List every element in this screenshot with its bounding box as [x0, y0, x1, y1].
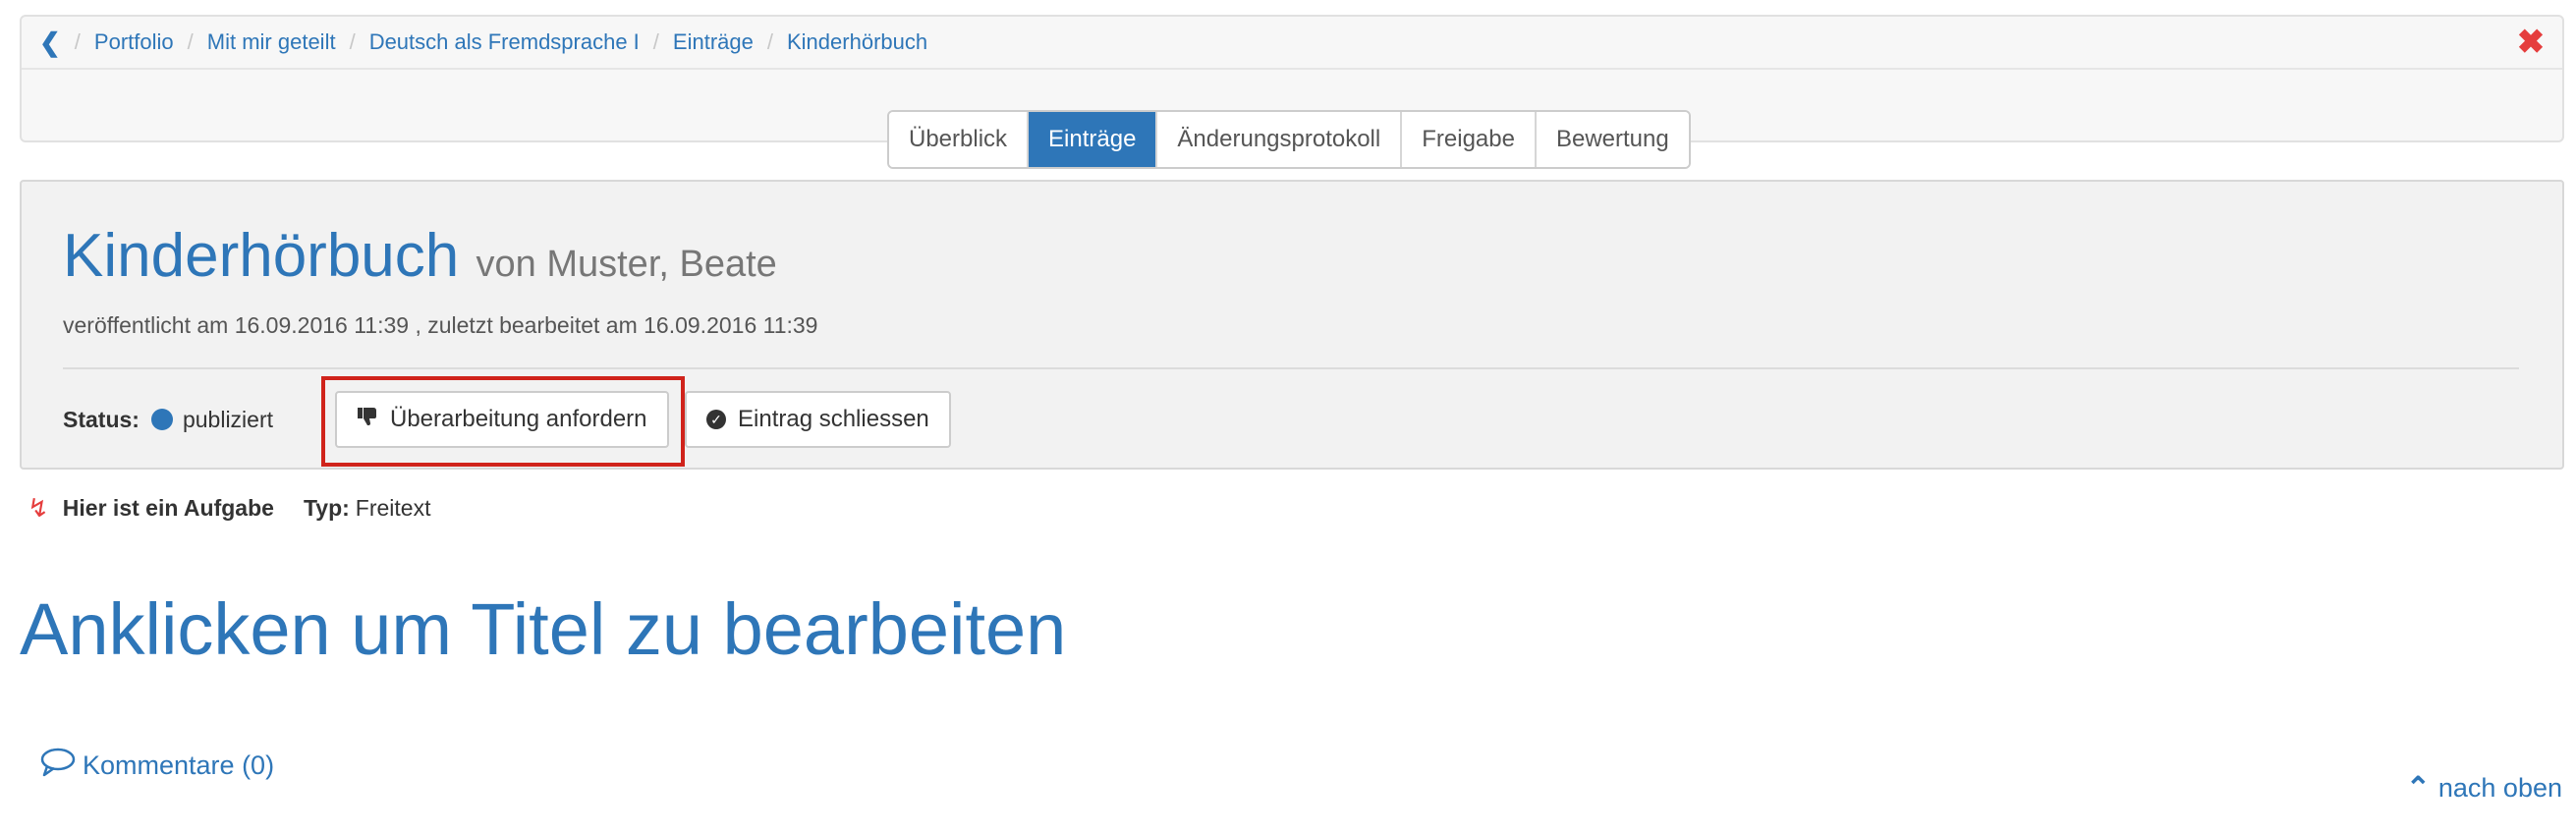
tab-sharing[interactable]: Freigabe: [1402, 112, 1537, 167]
breadcrumb-separator: /: [74, 29, 81, 54]
status-value: publiziert: [182, 406, 273, 432]
status-dot-icon: [150, 409, 173, 430]
chevron-up-icon: ⌃: [2405, 772, 2431, 805]
assignment-title: Hier ist ein Aufgabe: [62, 495, 274, 521]
divider: [63, 367, 2519, 369]
close-entry-label: Eintrag schliessen: [738, 406, 929, 432]
entry-title-text: Kinderhörbuch: [63, 222, 460, 290]
comment-bubble-icon: [39, 747, 83, 785]
comments-link[interactable]: Kommentare (0): [39, 747, 274, 785]
type-value: Freitext: [355, 495, 431, 521]
back-chevron-icon[interactable]: ❮: [39, 28, 61, 58]
request-revision-label: Überarbeitung anfordern: [390, 406, 647, 432]
breadcrumb-entries[interactable]: Einträge: [673, 29, 754, 55]
tab-entries[interactable]: Einträge: [1029, 112, 1158, 167]
comments-label: Kommentare (0): [83, 750, 275, 780]
breadcrumb-separator: /: [652, 29, 659, 54]
type-label: Typ:: [303, 495, 350, 521]
breadcrumb-separator: /: [766, 29, 773, 54]
status-label: Status:: [63, 406, 140, 432]
back-to-top-link[interactable]: ⌃ nach oben: [2406, 771, 2562, 805]
breadcrumb-current-entry[interactable]: Kinderhörbuch: [787, 29, 927, 55]
check-circle-icon: ✓: [706, 410, 726, 429]
tab-bar: Überblick Einträge Änderungsprotokoll Fr…: [887, 110, 1691, 169]
breadcrumb: ❮ / Portfolio / Mit mir geteilt / Deutsc…: [22, 17, 2562, 70]
back-to-top-label: nach oben: [2437, 773, 2562, 803]
page-title[interactable]: Anklicken um Titel zu bearbeiten: [20, 587, 1066, 671]
close-icon[interactable]: ✖: [2515, 26, 2547, 59]
request-revision-button[interactable]: Überarbeitung anfordern: [335, 391, 669, 448]
entry-title: Kinderhörbuch von Muster, Beate: [63, 221, 777, 291]
breadcrumb-portfolio[interactable]: Portfolio: [94, 29, 174, 55]
thumbs-down-icon: [357, 407, 378, 432]
breadcrumb-binder[interactable]: Deutsch als Fremdsprache I: [369, 29, 640, 55]
breadcrumb-shared-with-me[interactable]: Mit mir geteilt: [207, 29, 336, 55]
bolt-icon: ↯: [28, 493, 49, 523]
tab-assessment[interactable]: Bewertung: [1536, 112, 1689, 167]
status-row: Status: publiziert: [63, 390, 273, 449]
tab-overview[interactable]: Überblick: [889, 112, 1030, 167]
breadcrumb-separator: /: [349, 29, 356, 54]
close-entry-button[interactable]: ✓ Eintrag schliessen: [685, 391, 951, 448]
assignment-row: ↯ Hier ist ein Aufgabe Typ: Freitext: [28, 493, 430, 524]
entry-meta: veröffentlicht am 16.09.2016 11:39 , zul…: [63, 312, 818, 338]
tab-changelog[interactable]: Änderungsprotokoll: [1157, 112, 1403, 167]
breadcrumb-separator: /: [187, 29, 194, 54]
entry-author: von Muster, Beate: [476, 244, 777, 285]
